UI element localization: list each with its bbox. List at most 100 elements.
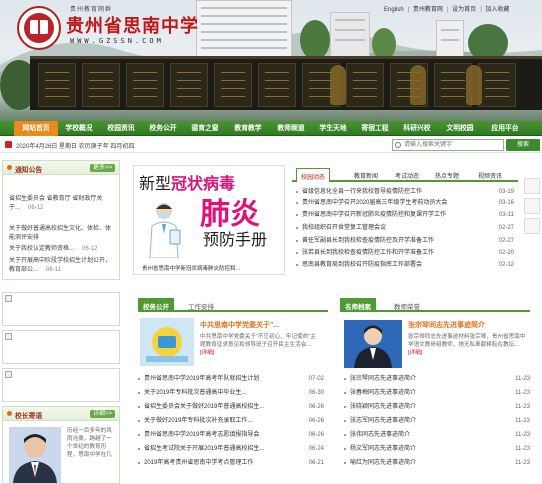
teacher-row[interactable]: 张志军同志先进事迹简介 11-23	[344, 416, 530, 426]
affairs-row[interactable]: 贵州省思南中学2019年高考志愿填报指导会 06-26	[138, 430, 324, 440]
nav-home[interactable]: 网站首页	[14, 121, 58, 136]
nav-school-overview[interactable]: 学校概况	[60, 121, 98, 136]
affairs-row[interactable]: 省招生委员会关于做好2019年普通高校招生... 06-26	[138, 402, 324, 412]
nav-boarding[interactable]: 寄宿工程	[356, 121, 394, 136]
affairs-row[interactable]: 省招生考试院关于开展2019年普通高校招生... 06-24	[138, 444, 324, 454]
date-text: 2020年4月26日 星期日 农历庚子年 四月初四	[16, 144, 135, 150]
teacher-row[interactable]: 杨文军同志先进事迹简介 11-23	[344, 444, 530, 454]
education-net-link[interactable]: 贵州教育网	[413, 7, 443, 13]
search-input[interactable]	[392, 139, 504, 151]
epidemic-flyer[interactable]: 新型冠状病毒 肺炎 预防手册 贵州省思南中学新冠状病毒肺炎防控和...	[133, 165, 285, 275]
share-icon-2[interactable]	[524, 198, 540, 214]
tab-exam-news[interactable]: 考试动态	[395, 171, 419, 180]
nav-civilized-campus[interactable]: 文明校园	[441, 121, 479, 136]
tab-education-news[interactable]: 教育新闻	[354, 171, 378, 180]
principal-photo	[9, 427, 61, 483]
tab-hot-topics[interactable]: 热点专题	[435, 171, 459, 180]
tab-video-news[interactable]: 视频资讯	[478, 171, 502, 180]
principal-bullet-icon	[7, 411, 12, 416]
share-icon[interactable]	[524, 178, 540, 194]
school-building	[196, 0, 292, 60]
calendar-icon	[5, 141, 12, 148]
tab-work-arrangement[interactable]: 工作安排	[188, 301, 214, 311]
share-icon-3[interactable]	[524, 218, 540, 234]
news-row[interactable]: 黄任军副县长到我校检查疫情防控及开学准备工作 02-27	[296, 236, 514, 246]
tab-teacher-honors[interactable]: 教师荣誉	[394, 301, 420, 311]
search-button[interactable]: 搜索	[506, 139, 540, 151]
teacher-row[interactable]: 张伟同志先进事迹简介 11-23	[344, 430, 530, 440]
notice-item[interactable]: 关于做好普通高校招生文化、体检、体能测评安排	[9, 225, 113, 243]
notice-more-link[interactable]: 更多>>	[89, 164, 115, 172]
nav-campus-news[interactable]: 校园资讯	[102, 121, 140, 136]
nav-moral-education[interactable]: 德育之窗	[186, 121, 224, 136]
affairs-thumbnail[interactable]	[140, 318, 194, 366]
school-building-3	[436, 20, 464, 58]
affairs-detail-link[interactable]: [详细]	[200, 350, 214, 356]
teacher-row[interactable]: 喻红为同志先进事迹简介 11-23	[344, 458, 530, 468]
school-logo[interactable]	[17, 6, 61, 50]
notice-item[interactable]: 关于我校认定教师资格... 06-12	[9, 245, 113, 254]
nav-teachers[interactable]: 教师频道	[272, 121, 310, 136]
principal-more-link[interactable]: 详细>>	[89, 410, 115, 418]
affairs-row[interactable]: 贵州省思南中学2019年高考年队就招生计划 07-02	[138, 374, 324, 384]
teacher-row[interactable]: 张宗琴同志先进事迹简介 11-23	[344, 374, 530, 384]
news-row[interactable]: 思南县教育局到我校召开防疫指挥工作部署会 02-12	[296, 260, 514, 270]
set-homepage-link[interactable]: 设为首页	[452, 7, 476, 13]
principal-title: 校长寄语	[15, 413, 43, 420]
notice-item-date: 06-11	[46, 267, 61, 273]
notice-item-title[interactable]: 关于我校认定教师资格...	[9, 246, 74, 252]
principal-message: 历经一百多年的风雨沧桑，跨越了一个世纪的教育历程，思南中学在几	[67, 428, 112, 458]
image-placeholder[interactable]	[2, 292, 120, 326]
teachers-detail-link[interactable]: [详细]	[408, 350, 422, 356]
teachers-headline[interactable]: 张宗琴同志先进事迹简介	[408, 320, 485, 330]
english-link[interactable]: English	[384, 7, 404, 13]
tab-school-affairs[interactable]: 校务公开	[138, 298, 174, 312]
news-row[interactable]: 贵州省思南中学召开2020届高三年级学生考前动员大会 03-16	[296, 198, 514, 208]
notice-item-date: 06-12	[28, 205, 44, 211]
affairs-row[interactable]: 关于做好2019年专科批次补充录取工作... 06-26	[138, 416, 324, 426]
affairs-snippet: 中共思南中学党委关于"不忘初心、牢记使命"主题教育征求意见和领导班子召开民主生活…	[200, 334, 316, 356]
doctor-illustration	[149, 203, 181, 258]
affairs-row[interactable]: 2019年高考贵州省思南中学考点管理工作 06-21	[138, 458, 324, 468]
news-row[interactable]: 省级信息化全县一行来我校督导疫情防控工作 03-19	[296, 187, 514, 197]
notice-header: 通知公告 更多>>	[3, 161, 119, 175]
affairs-header: 校务公开 工作安排	[138, 298, 328, 312]
broken-image-icon	[5, 333, 12, 340]
image-placeholder[interactable]	[2, 368, 120, 402]
nav-school-affairs[interactable]: 校务公开	[144, 121, 182, 136]
news-row[interactable]: 贵州省思南中学召开新冠肺炎疫情防控和复课开学工作 03-11	[296, 210, 514, 220]
notice-item[interactable]: 关于开展高中阶段学校招生计划公开，教育部公... 06-11	[9, 257, 113, 275]
notice-item[interactable]: 省招生委员会 省教育厅 省财政厅关于... 06-12	[9, 195, 113, 213]
affairs-row[interactable]: 关于2019年专科批次普通高中毕业生... 06-30	[138, 388, 324, 398]
nav-teaching[interactable]: 教育教学	[229, 121, 267, 136]
nav-apps[interactable]: 应用平台	[484, 121, 526, 136]
date-search-bar: 2020年4月26日 星期日 农历庚子年 四月初四 搜索	[0, 137, 542, 153]
teacher-row[interactable]: 张晓颖同志先进事迹简介 11-23	[344, 402, 530, 412]
teachers-snippet: 张宗琴同志先进事迹材料张宗琴，贵州省思南中学语文教研组教师，她无私奉献耕耘在教坛…	[408, 334, 526, 356]
broken-image-icon	[5, 371, 12, 378]
tab-campus-news[interactable]: 校园动态	[296, 168, 331, 182]
search-icon	[395, 142, 401, 148]
teacher-row[interactable]: 张春梅同志先进事迹简介 11-23	[344, 388, 530, 398]
school-name: 贵州省思南中学	[66, 16, 199, 37]
image-placeholder[interactable]	[2, 330, 120, 364]
main-nav: 网站首页 学校概况 校园资讯 校务公开 德育之窗 教育教学 教师频道 学生天地 …	[0, 121, 542, 136]
teachers-header: 名师档案 教师荣誉	[340, 298, 530, 312]
broken-image-icon	[5, 295, 12, 302]
teacher-photo[interactable]	[344, 320, 402, 368]
news-tabs: 校园动态 教育新闻 考试动态 热点专题 视频资讯	[292, 168, 518, 182]
school-url: WWW.GZSSN.COM	[70, 37, 164, 45]
nav-students[interactable]: 学生天地	[314, 121, 352, 136]
school-building-2	[330, 12, 370, 58]
notice-item-title[interactable]: 省招生委员会 省教育厅 省财政厅关于...	[9, 196, 102, 211]
notice-item-title[interactable]: 关于做好普通高校招生文化、体检、体能测评安排	[9, 226, 111, 241]
notice-title: 通知公告	[15, 167, 43, 174]
news-row[interactable]: 张若县长到我校检查疫情防控工作和开学准备工作 02-20	[296, 248, 514, 258]
flyer-caption[interactable]: 贵州省思南中学新冠状病毒肺炎防控和...	[134, 264, 284, 274]
add-favorite-link[interactable]: 加入收藏	[485, 7, 509, 13]
header-banner: 贵州教育网群 贵州省思南中学 WWW.GZSSN.COM English | 贵州…	[0, 0, 542, 121]
news-row[interactable]: 我校组织召开食堂复工管理会议 02-27	[296, 223, 514, 233]
affairs-headline[interactable]: 中共思南中学党委关于"...	[200, 320, 279, 330]
nav-research[interactable]: 科研兴校	[398, 121, 436, 136]
tab-teacher-profiles[interactable]: 名师档案	[340, 298, 376, 312]
